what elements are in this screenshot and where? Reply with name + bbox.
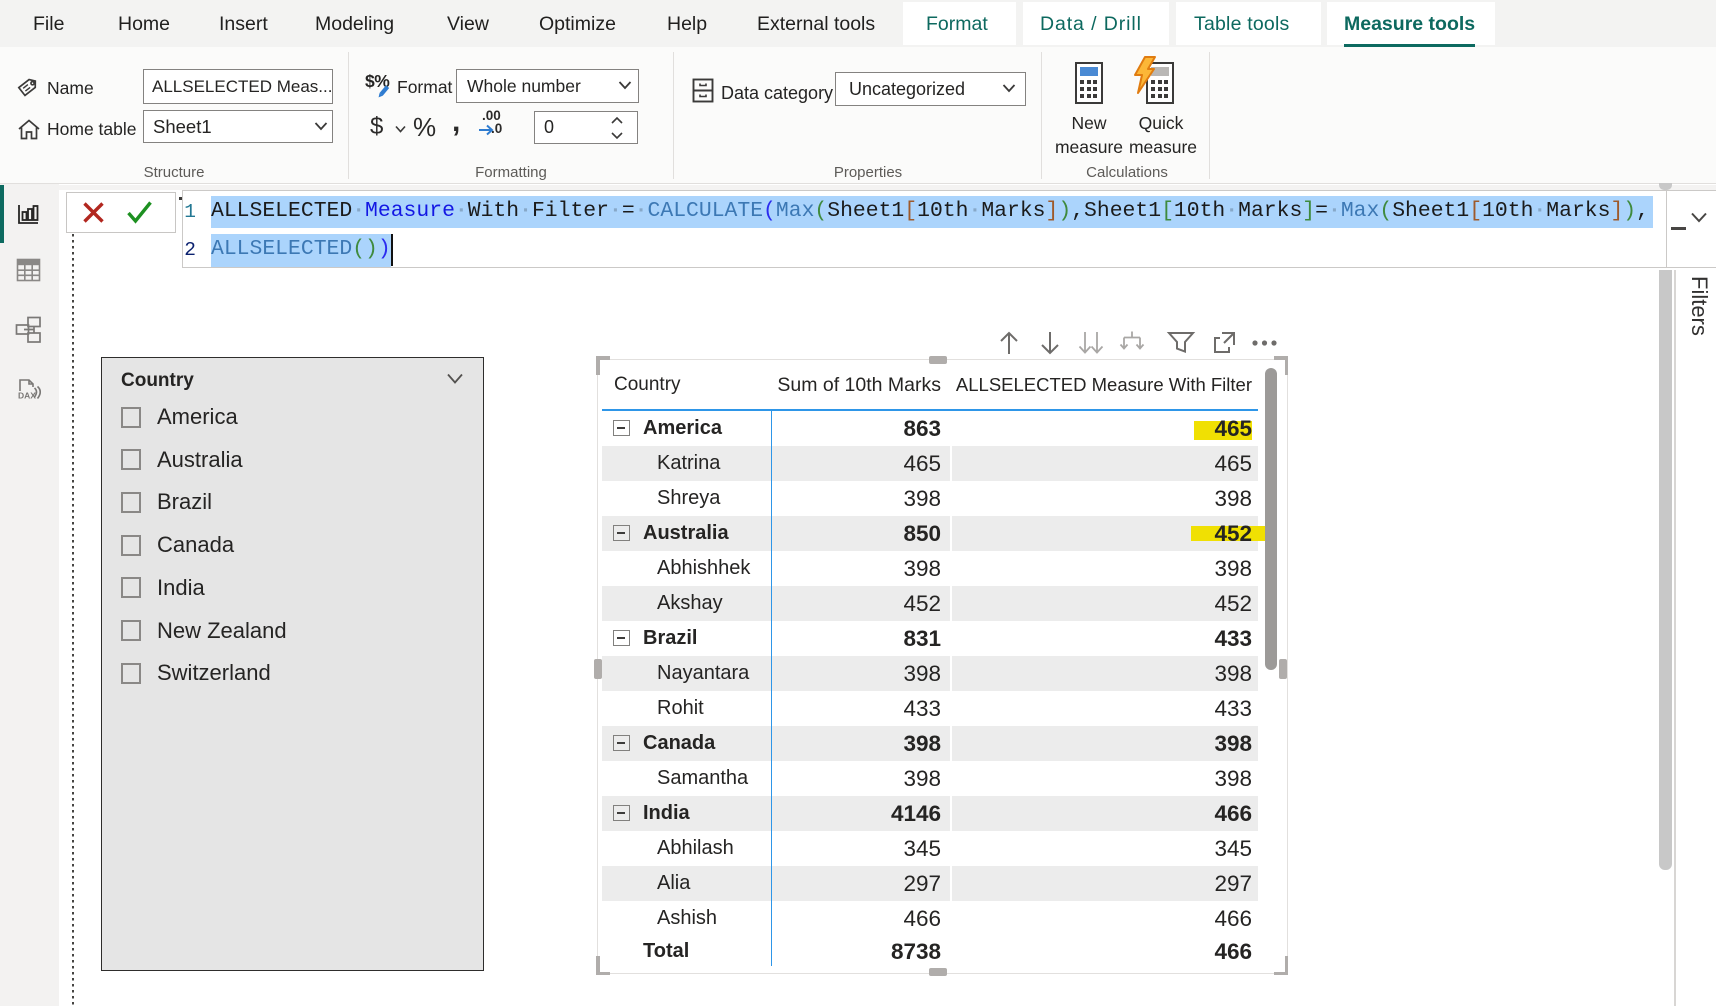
svg-text:DAX: DAX [18,391,36,401]
